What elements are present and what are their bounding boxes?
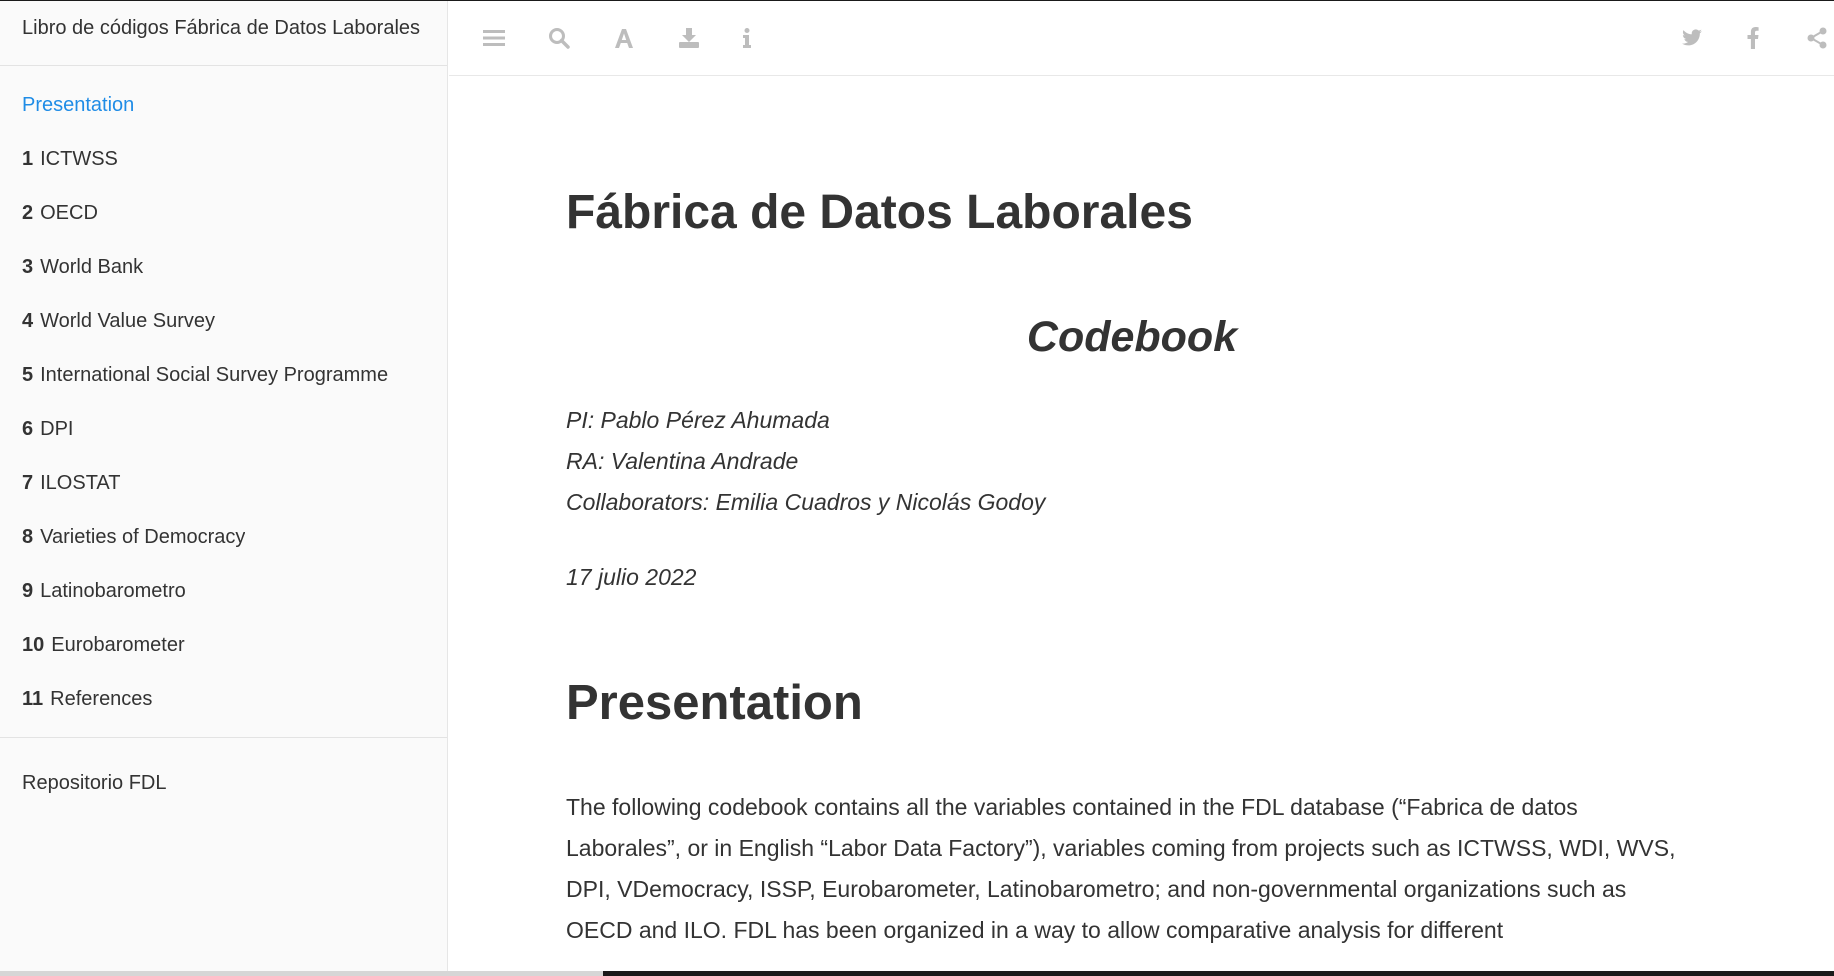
toc-item-number: 10 (22, 633, 45, 656)
book-title-link[interactable]: Libro de códigos Fábrica de Datos Labora… (0, 1, 447, 66)
sidebar: Libro de códigos Fábrica de Datos Labora… (0, 1, 448, 976)
presentation-paragraph: The following codebook contains all the … (566, 793, 1676, 943)
page-title: Fábrica de Datos Laborales (566, 186, 1193, 239)
authors-block: PI: Pablo Pérez Ahumada RA: Valentina An… (566, 400, 1698, 523)
toc-item-number: 4 (22, 309, 34, 332)
author-ra: RA: Valentina Andrade (566, 448, 799, 475)
publish-date: 17 julio 2022 (566, 564, 697, 591)
repo-link[interactable]: Repositorio FDL (0, 755, 447, 811)
download-button[interactable] (672, 21, 706, 55)
toc-item-world-bank[interactable]: 3 World Bank (0, 240, 447, 294)
toc-item-label: World Value Survey (40, 309, 216, 332)
facebook-icon (1747, 27, 1759, 49)
window-bottom-edge (603, 971, 1834, 976)
font-settings-button[interactable] (607, 21, 641, 55)
book-toolbar (449, 1, 1834, 76)
toc-item-number: 5 (22, 363, 34, 386)
toc-item-eurobarometer[interactable]: 10 Eurobarometer (0, 618, 447, 672)
toc-item-varieties-of-democracy[interactable]: 8 Varieties of Democracy (0, 510, 447, 564)
font-icon (613, 27, 635, 49)
twitter-share-button[interactable] (1675, 21, 1709, 55)
toc-item-label: References (50, 687, 153, 710)
toc-item-number: 7 (22, 471, 34, 494)
toc-item-number: 9 (22, 579, 34, 602)
share-button[interactable] (1800, 21, 1834, 55)
toc-item-number: 6 (22, 417, 34, 440)
toc-item-latinobarometro[interactable]: 9 Latinobarometro (0, 564, 447, 618)
toc-item-label: ILOSTAT (40, 471, 121, 494)
twitter-icon (1681, 29, 1703, 47)
table-of-contents: Presentation 1 ICTWSS 2 OECD 3 World Ban… (0, 66, 447, 726)
toc-item-issp[interactable]: 5 International Social Survey Programme (0, 348, 447, 402)
horizontal-scrollbar-track[interactable] (0, 971, 603, 976)
search-icon (548, 27, 570, 49)
toc-item-label: International Social Survey Programme (40, 363, 389, 386)
author-pi: PI: Pablo Pérez Ahumada (566, 407, 830, 434)
facebook-share-button[interactable] (1736, 21, 1770, 55)
toc-item-label: OECD (40, 201, 98, 224)
list-icon (483, 29, 505, 47)
info-button[interactable] (730, 21, 764, 55)
toc-item-label: DPI (40, 417, 74, 440)
page-content: Fábrica de Datos Laborales Codebook PI: … (566, 76, 1698, 951)
toc-item-dpi[interactable]: 6 DPI (0, 402, 447, 456)
author-collaborators: Collaborators: Emilia Cuadros y Nicolás … (566, 489, 1046, 516)
toc-item-label: World Bank (40, 255, 144, 278)
search-button[interactable] (542, 21, 576, 55)
toc-item-number: 8 (22, 525, 34, 548)
toc-item-number: 3 (22, 255, 34, 278)
toc-item-label: Varieties of Democracy (40, 525, 246, 548)
toc-item-ictwss[interactable]: 1 ICTWSS (0, 132, 447, 186)
toc-item-world-value-survey[interactable]: 4 World Value Survey (0, 294, 447, 348)
toc-item-ilostat[interactable]: 7 ILOSTAT (0, 456, 447, 510)
toc-item-presentation[interactable]: Presentation (0, 78, 447, 132)
toc-item-references[interactable]: 11 References (0, 672, 447, 726)
sidebar-divider (0, 737, 447, 738)
share-icon (1806, 27, 1828, 49)
toc-item-label: Presentation (22, 93, 135, 116)
page-subtitle: Codebook (1026, 312, 1238, 361)
toc-item-number: 1 (22, 147, 34, 170)
toc-item-number: 2 (22, 201, 34, 224)
section-heading-presentation: Presentation (566, 676, 863, 731)
toc-item-label: Eurobarometer (51, 633, 185, 656)
toc-item-label: Latinobarometro (40, 579, 186, 602)
info-icon (742, 27, 752, 49)
toc-item-oecd[interactable]: 2 OECD (0, 186, 447, 240)
download-icon (678, 27, 700, 49)
toggle-sidebar-button[interactable] (477, 21, 511, 55)
toc-item-label: ICTWSS (40, 147, 118, 170)
toc-item-number: 11 (22, 687, 44, 710)
